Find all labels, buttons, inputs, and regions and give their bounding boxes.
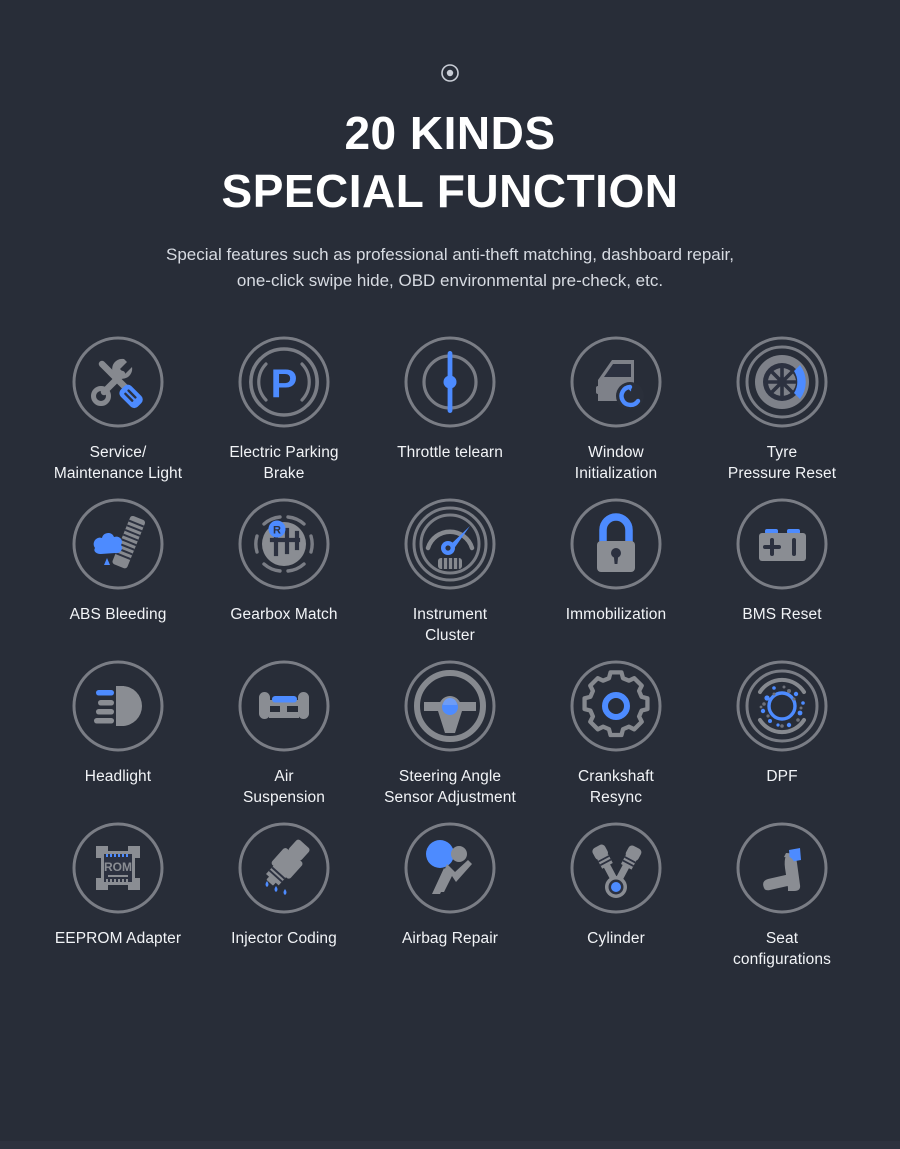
function-label: BMS Reset: [742, 606, 822, 623]
subtitle-line-2: one-click swipe hide, OBD environmental …: [236, 271, 664, 290]
page-title: 20 KINDS SPECIAL FUNCTION: [222, 104, 679, 220]
svg-text:P: P: [271, 362, 298, 406]
function-item[interactable]: Window Initialization: [533, 334, 699, 484]
function-item[interactable]: Headlight: [35, 658, 201, 808]
gear-shifter-r-icon: R: [236, 496, 332, 592]
function-item[interactable]: P Electric Parking Brake: [201, 334, 367, 484]
function-label: Gearbox Match: [230, 606, 338, 623]
function-item[interactable]: Cylinder: [533, 820, 699, 970]
function-item[interactable]: DPF: [699, 658, 865, 808]
svg-text:ROM: ROM: [104, 860, 132, 874]
function-label: Immobilization: [565, 606, 667, 623]
function-item[interactable]: Immobilization: [533, 496, 699, 646]
function-item[interactable]: R Gearbox Match: [201, 496, 367, 646]
function-label: Throttle telearn: [397, 444, 503, 461]
special-function-page: 20 KINDS SPECIAL FUNCTION Special featur…: [0, 0, 900, 1149]
wrench-screwdriver-icon: [70, 334, 166, 430]
function-item[interactable]: Injector Coding: [201, 820, 367, 970]
function-item[interactable]: ABS Bleeding: [35, 496, 201, 646]
function-item[interactable]: Throttle telearn: [367, 334, 533, 484]
function-label: Steering Angle Sensor Adjustment: [384, 768, 516, 806]
instrument-cluster-icon: [402, 496, 498, 592]
function-label: Service/ Maintenance Light: [53, 444, 183, 482]
function-label: Crankshaft Resync: [578, 768, 654, 806]
function-label: ABS Bleeding: [69, 606, 167, 623]
tyre-pressure-icon: [734, 334, 830, 430]
function-item[interactable]: Seat configurations: [699, 820, 865, 970]
v-piston-icon: [568, 820, 664, 916]
function-item[interactable]: Crankshaft Resync: [533, 658, 699, 808]
subtitle-line-1: Special features such as professional an…: [166, 245, 734, 264]
function-label: Window Initialization: [574, 444, 658, 482]
rom-chip-icon: ROM: [70, 820, 166, 916]
gear-cog-icon: [568, 658, 664, 754]
padlock-icon: [568, 496, 664, 592]
function-label: Injector Coding: [231, 930, 337, 947]
function-item[interactable]: Airbag Repair: [367, 820, 533, 970]
bottom-strip: [0, 1141, 900, 1149]
function-item[interactable]: Service/ Maintenance Light: [35, 334, 201, 484]
air-suspension-axle-icon: [236, 658, 332, 754]
function-label: DPF: [766, 768, 798, 785]
throttle-needle-icon: [402, 334, 498, 430]
function-label: Tyre Pressure Reset: [727, 444, 837, 482]
function-item[interactable]: Instrument Cluster: [367, 496, 533, 646]
function-label: EEPROM Adapter: [54, 930, 182, 947]
fuel-injector-icon: [236, 820, 332, 916]
title-line-1: 20 KINDS: [344, 107, 556, 159]
function-item[interactable]: Air Suspension: [201, 658, 367, 808]
dpf-particulate-icon: [734, 658, 830, 754]
battery-icon: [734, 496, 830, 592]
airbag-icon: [402, 820, 498, 916]
car-door-refresh-icon: [568, 334, 664, 430]
bullseye-icon: [439, 62, 461, 84]
title-line-2: SPECIAL FUNCTION: [221, 165, 679, 217]
function-label: Instrument Cluster: [412, 606, 488, 644]
function-label: Airbag Repair: [401, 930, 499, 947]
function-label: Cylinder: [587, 930, 645, 947]
function-label: Air Suspension: [242, 768, 325, 806]
function-label: Headlight: [84, 768, 152, 785]
abs-bleeding-icon: [70, 496, 166, 592]
function-item[interactable]: BMS Reset: [699, 496, 865, 646]
headlight-beam-icon: [70, 658, 166, 754]
parking-brake-p-icon: P: [236, 334, 332, 430]
function-grid: Service/ Maintenance Light P Electric Pa…: [35, 334, 865, 970]
function-label: Seat configurations: [733, 930, 831, 968]
svg-text:R: R: [273, 525, 281, 537]
function-item[interactable]: ROM EEPROM Adapter: [35, 820, 201, 970]
page-subtitle: Special features such as professional an…: [166, 242, 734, 294]
function-item[interactable]: Steering Angle Sensor Adjustment: [367, 658, 533, 808]
function-label: Electric Parking Brake: [229, 444, 339, 482]
function-item[interactable]: Tyre Pressure Reset: [699, 334, 865, 484]
steering-wheel-icon: [402, 658, 498, 754]
car-seat-icon: [734, 820, 830, 916]
